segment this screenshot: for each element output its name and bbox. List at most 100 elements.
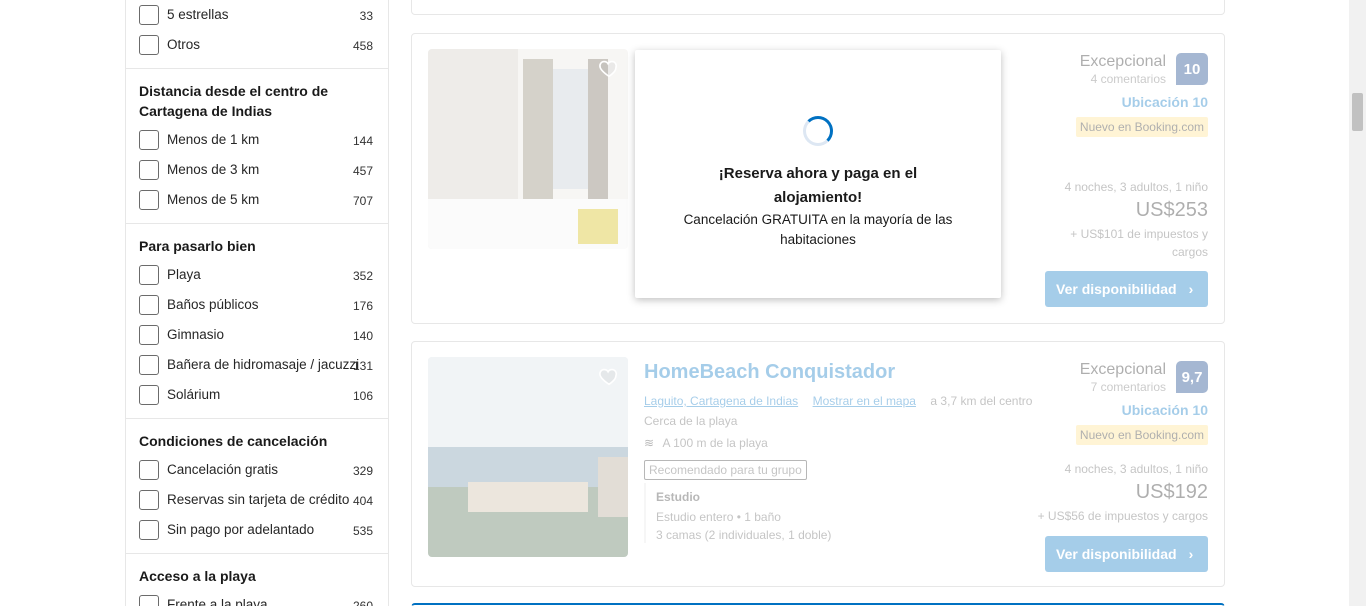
- review-word: Excepcional: [1079, 361, 1166, 378]
- filter-count: 458: [352, 39, 373, 53]
- review-word: Excepcional: [1079, 53, 1166, 70]
- checkbox[interactable]: [139, 295, 159, 315]
- price: US$192: [1135, 481, 1208, 503]
- divider: [126, 553, 388, 554]
- beds: 3 camas (2 individuales, 1 doble): [656, 528, 832, 542]
- property-photo[interactable]: [428, 49, 628, 249]
- filter-count: 457: [352, 164, 373, 178]
- filter-count: 535: [352, 524, 373, 538]
- filter-label: Baños públicos: [167, 297, 259, 312]
- chevron-right-icon: ›: [1188, 281, 1194, 297]
- filter-label: Menos de 3 km: [167, 162, 260, 177]
- checkbox[interactable]: [139, 5, 159, 25]
- property-location: Laguito, Cartagena de Indias Mostrar en …: [644, 392, 1032, 410]
- filter-count: 329: [352, 464, 373, 478]
- checkbox[interactable]: [139, 520, 159, 540]
- filter-group-title-fun: Para pasarlo bien: [139, 238, 256, 254]
- filter-count: 404: [352, 494, 373, 508]
- price: US$253: [1135, 199, 1208, 221]
- previous-property-card: [411, 0, 1225, 15]
- filter-no-credit-card[interactable]: Reservas sin tarjeta de crédito 404: [139, 490, 373, 512]
- room-type: Estudio: [656, 490, 700, 504]
- filter-count: 140: [352, 329, 373, 343]
- checkbox[interactable]: [139, 355, 159, 375]
- filter-5-stars[interactable]: 5 estrellas 33: [139, 5, 373, 27]
- filter-label: Menos de 1 km: [167, 132, 260, 147]
- checkbox[interactable]: [139, 460, 159, 480]
- distance-from-center: a 3,7 km del centro: [930, 394, 1033, 408]
- checkbox[interactable]: [139, 385, 159, 405]
- filter-count: 352: [352, 269, 373, 283]
- filter-no-prepayment[interactable]: Sin pago por adelantado 535: [139, 520, 373, 542]
- stay-details: 4 noches, 3 adultos, 1 niño: [1064, 462, 1208, 476]
- heart-icon[interactable]: [598, 57, 620, 79]
- filter-count: 131: [352, 359, 373, 373]
- divider: [126, 418, 388, 419]
- filter-free-cancellation[interactable]: Cancelación gratis 329: [139, 460, 373, 482]
- page-scrollbar[interactable]: [1349, 0, 1366, 606]
- filter-label: Solárium: [167, 387, 221, 402]
- filter-fun-gym[interactable]: Gimnasio 140: [139, 325, 373, 347]
- filter-distance-5km[interactable]: Menos de 5 km 707: [139, 190, 373, 212]
- chevron-right-icon: ›: [1188, 546, 1194, 562]
- filter-distance-3km[interactable]: Menos de 3 km 457: [139, 160, 373, 182]
- beach-distance: ≋ A 100 m de la playa: [644, 434, 768, 452]
- review-score[interactable]: 10: [1176, 53, 1208, 85]
- filters-sidebar: 5 estrellas 33 Otros 458 Distancia desde…: [125, 0, 389, 606]
- location-score: Ubicación 10: [1121, 402, 1208, 418]
- filter-count: 260: [352, 599, 373, 606]
- checkbox[interactable]: [139, 490, 159, 510]
- filter-label: Playa: [167, 267, 201, 282]
- review-score[interactable]: 9,7: [1176, 361, 1208, 393]
- filter-label: Menos de 5 km: [167, 192, 260, 207]
- filter-label: 5 estrellas: [167, 7, 229, 22]
- filter-group-title-distance: Distancia desde el centro de Cartagena d…: [139, 83, 329, 119]
- checkbox[interactable]: [139, 325, 159, 345]
- scrollbar-thumb[interactable]: [1352, 93, 1363, 131]
- filter-label: Frente a la playa: [167, 597, 268, 606]
- property-photo-image: [428, 357, 628, 557]
- filter-other-stars[interactable]: Otros 458: [139, 35, 373, 57]
- filter-fun-solarium[interactable]: Solárium 106: [139, 385, 373, 407]
- see-availability-button[interactable]: Ver disponibilidad ›: [1045, 536, 1208, 572]
- group-recommendation-tag: Recomendado para tu grupo: [644, 460, 807, 480]
- show-on-map-link[interactable]: Mostrar en el mapa: [813, 394, 916, 408]
- stay-details: 4 noches, 3 adultos, 1 niño: [1064, 180, 1208, 194]
- divider: [126, 68, 388, 69]
- checkbox[interactable]: [139, 130, 159, 150]
- property-card[interactable]: HomeBeach Conquistador Laguito, Cartagen…: [411, 341, 1225, 587]
- review-count: 4 comentarios: [1090, 72, 1166, 86]
- checkbox[interactable]: [139, 595, 159, 606]
- filter-label: Otros: [167, 37, 201, 52]
- property-photo[interactable]: [428, 357, 628, 557]
- filter-group-title-cancellation: Condiciones de cancelación: [139, 433, 328, 449]
- near-beach: Cerca de la playa: [644, 414, 738, 428]
- filter-label: Cancelación gratis: [167, 462, 279, 477]
- popup-title: ¡Reserva ahora y paga en el alojamiento!: [718, 165, 918, 206]
- button-label: Ver disponibilidad: [1056, 546, 1177, 562]
- wave-icon: ≋: [644, 436, 655, 450]
- button-label: Ver disponibilidad: [1056, 281, 1177, 297]
- checkbox[interactable]: [139, 160, 159, 180]
- divider: [126, 223, 388, 224]
- property-name-link[interactable]: HomeBeach Conquistador: [644, 361, 895, 384]
- filter-distance-1km[interactable]: Menos de 1 km 144: [139, 130, 373, 152]
- checkbox[interactable]: [139, 190, 159, 210]
- heart-icon[interactable]: [598, 365, 620, 387]
- filter-fun-beach[interactable]: Playa 352: [139, 265, 373, 287]
- filter-fun-jacuzzi[interactable]: Bañera de hidromasaje / jacuzzi 131: [139, 355, 373, 377]
- filter-count: 707: [352, 194, 373, 208]
- area-link[interactable]: Laguito, Cartagena de Indias: [644, 394, 798, 408]
- review-count: 7 comentarios: [1090, 380, 1166, 394]
- see-availability-button[interactable]: Ver disponibilidad ›: [1045, 271, 1208, 307]
- filter-group-title-beach: Acceso a la playa: [139, 568, 256, 584]
- taxes: + US$56 de impuestos y cargos: [1037, 509, 1208, 523]
- checkbox[interactable]: [139, 35, 159, 55]
- filter-label: Reservas sin tarjeta de crédito: [167, 492, 350, 507]
- checkbox[interactable]: [139, 265, 159, 285]
- filter-label: Sin pago por adelantado: [167, 522, 315, 537]
- filter-fun-public-baths[interactable]: Baños públicos 176: [139, 295, 373, 317]
- filter-count: 106: [352, 389, 373, 403]
- filter-beachfront[interactable]: Frente a la playa 260: [139, 595, 373, 606]
- property-card-content: HomeBeach Conquistador Laguito, Cartagen…: [412, 342, 1224, 586]
